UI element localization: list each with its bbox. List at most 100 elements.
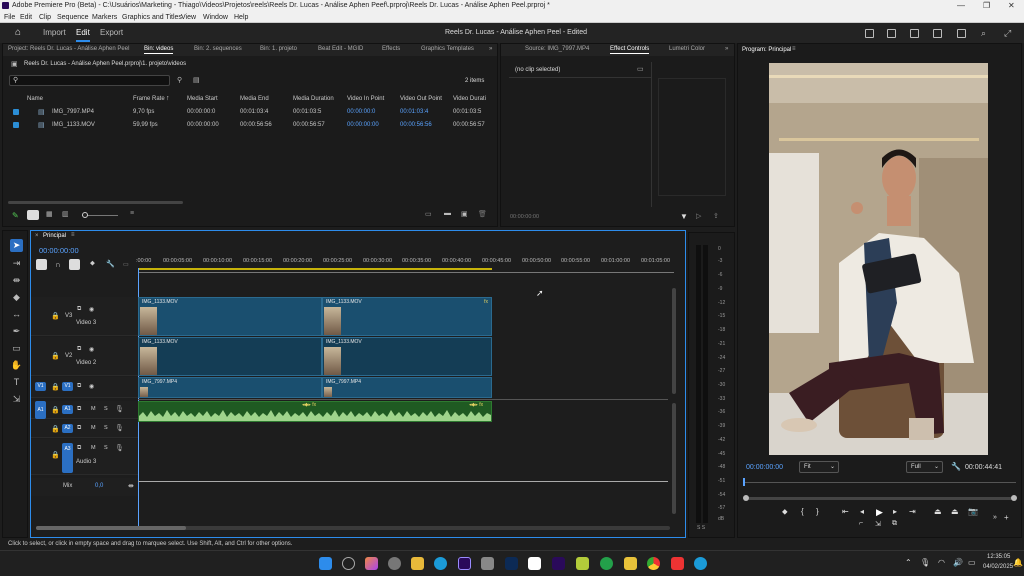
automate-icon[interactable]: ▭ (425, 210, 432, 218)
row-vout[interactable]: 00:01:03:4 (400, 109, 428, 115)
mark-in-icon[interactable]: { (801, 507, 804, 516)
timeline-timecode[interactable]: 00:00:00:00 (39, 246, 79, 255)
search-icon[interactable] (342, 557, 355, 570)
trash-icon[interactable]: 🗑 (478, 210, 487, 218)
quick-export-icon[interactable] (910, 29, 919, 38)
marker-icon[interactable]: ⬥ (90, 260, 95, 268)
close-tab-icon[interactable]: × (35, 233, 39, 239)
chrome-icon[interactable] (647, 557, 660, 570)
track-target-v1[interactable]: V1 (62, 382, 73, 391)
source-patch-a1[interactable]: A1 (35, 401, 46, 419)
track-target-a3[interactable]: A3 (62, 443, 73, 473)
minimize-icon[interactable]: — (957, 1, 965, 10)
mute-button[interactable]: M (91, 406, 96, 412)
ripple-edit-icon[interactable]: ⇼ (10, 274, 23, 287)
lock-icon[interactable]: 🔒 (51, 312, 60, 320)
extract-icon[interactable]: ⏏ (951, 507, 959, 516)
tab-project[interactable]: Project: Reels Dr. Lucas - Análise Aphen… (8, 46, 129, 52)
step-back-icon[interactable]: ◂ (860, 507, 864, 516)
work-area-bar[interactable] (138, 268, 492, 270)
keyframe-nav-icon[interactable]: ◂◆▸ fx (302, 402, 316, 408)
linked-selection-icon[interactable] (69, 259, 80, 270)
new-item-icon[interactable]: ▣ (461, 210, 468, 218)
scroll-handle-left[interactable] (743, 495, 749, 501)
icon-view-icon[interactable]: ▦ (46, 210, 53, 218)
play-audio-icon[interactable]: ▷ (696, 212, 701, 220)
sort-icon[interactable]: ≡ (130, 210, 134, 217)
overwrite-icon[interactable]: ⧉ (892, 520, 897, 528)
new-bin-icon[interactable]: ▬ (444, 210, 451, 217)
razor-icon[interactable]: ◆ (10, 291, 23, 304)
tab-lumetri[interactable]: Lumetri Color (669, 46, 705, 52)
row-vout[interactable]: 00:00:56:56 (400, 122, 432, 128)
notifications-icon[interactable]: 🔔 (1013, 558, 1023, 567)
menu-graphics[interactable]: Graphics and Titles (122, 14, 182, 21)
timeline-ruler[interactable] (138, 268, 674, 273)
col-name[interactable]: Name (27, 96, 43, 102)
slip-tool-icon[interactable]: ↔ (10, 308, 23, 321)
tab-graphics-templates[interactable]: Graphics Templates (421, 46, 474, 52)
network-icon[interactable]: ◠ (938, 558, 945, 567)
captions-icon[interactable]: ▭ (123, 261, 129, 268)
solo-button[interactable]: S (104, 445, 108, 451)
audio-tracks-scrollbar[interactable] (672, 403, 676, 514)
app-icon[interactable] (671, 557, 684, 570)
mic-icon[interactable]: 🎙 (115, 424, 124, 432)
pencil-icon[interactable]: ✎ (12, 211, 19, 220)
solo-button[interactable]: S (104, 406, 108, 412)
export-frame-icon[interactable]: 📷 (968, 507, 978, 516)
volume-icon[interactable]: 🔊 (953, 558, 963, 567)
after-effects-icon[interactable] (552, 557, 565, 570)
mute-button[interactable]: M (91, 445, 96, 451)
app-icon[interactable] (481, 557, 494, 570)
col-media-end[interactable]: Media End (240, 96, 269, 102)
row-vin[interactable]: 00:00:00:00 (347, 122, 379, 128)
menu-edit[interactable]: Edit (20, 14, 32, 21)
magnet-icon[interactable]: ∩ (55, 260, 61, 269)
program-zoom-scrollbar[interactable] (743, 495, 1017, 501)
track-header-a1[interactable]: 🔒 A1 ⧉ M S 🎙 (31, 401, 138, 419)
close-icon[interactable]: ✕ (1008, 1, 1015, 10)
tab-bin-sequences[interactable]: Bin: 2. sequences (194, 46, 242, 52)
track-header-v2[interactable]: 🔒 V2 ⧉ ◉ Video 2 (31, 337, 138, 376)
add-marker-icon[interactable]: ⬥ (782, 507, 788, 517)
timeline-zoom-scrollbar[interactable] (36, 526, 670, 530)
show-timeline-icon[interactable]: ▭ (637, 65, 644, 73)
edge-icon[interactable] (434, 557, 447, 570)
panel-menu-icon[interactable]: ≡ (71, 232, 75, 238)
lock-icon[interactable]: 🔒 (51, 406, 60, 414)
menu-markers[interactable]: Markers (92, 14, 117, 21)
menu-view[interactable]: View (181, 14, 196, 21)
scroll-thumb[interactable] (36, 526, 186, 530)
more-tabs-icon[interactable]: » (489, 46, 492, 52)
eye-icon[interactable]: ◉ (89, 306, 94, 313)
scroll-handle-right[interactable] (1011, 495, 1017, 501)
workspace-import[interactable]: Import (43, 28, 66, 37)
track-target-a2[interactable]: A2 (62, 424, 73, 433)
track-select-icon[interactable]: ⇥ (10, 257, 23, 270)
clock-date[interactable]: 04/02/2025 (983, 564, 1013, 570)
mark-out-icon[interactable]: } (816, 507, 819, 516)
feedback-icon[interactable] (957, 29, 966, 38)
sync-lock-icon[interactable]: ⧉ (77, 346, 81, 353)
col-video-in[interactable]: Video In Point (347, 96, 384, 102)
battery-icon[interactable]: ▭ (968, 558, 976, 567)
col-video-out[interactable]: Video Out Point (400, 96, 442, 102)
mute-button[interactable]: M (91, 425, 96, 431)
video-clip[interactable]: IMG_1133.MOV fx (322, 297, 492, 336)
lock-icon[interactable]: 🔒 (51, 352, 60, 360)
edge-icon[interactable] (694, 557, 707, 570)
sync-lock-icon[interactable]: ⧉ (77, 383, 81, 390)
mic-icon[interactable]: 🎙 (920, 558, 930, 567)
video-preview[interactable] (769, 63, 988, 455)
sync-lock-icon[interactable]: ⧉ (77, 425, 81, 432)
hand-tool-icon[interactable]: ✋ (10, 359, 23, 372)
workspace-export[interactable]: Export (100, 28, 123, 37)
workspaces-icon[interactable] (865, 29, 874, 38)
eye-icon[interactable]: ◉ (89, 383, 94, 390)
zoom-slider-handle[interactable] (82, 212, 88, 218)
lock-icon[interactable]: 🔒 (51, 451, 60, 459)
sync-lock-icon[interactable]: ⧉ (77, 406, 81, 413)
menu-file[interactable]: File (4, 14, 15, 21)
new-search-bin-icon[interactable]: ▤ (193, 76, 200, 84)
